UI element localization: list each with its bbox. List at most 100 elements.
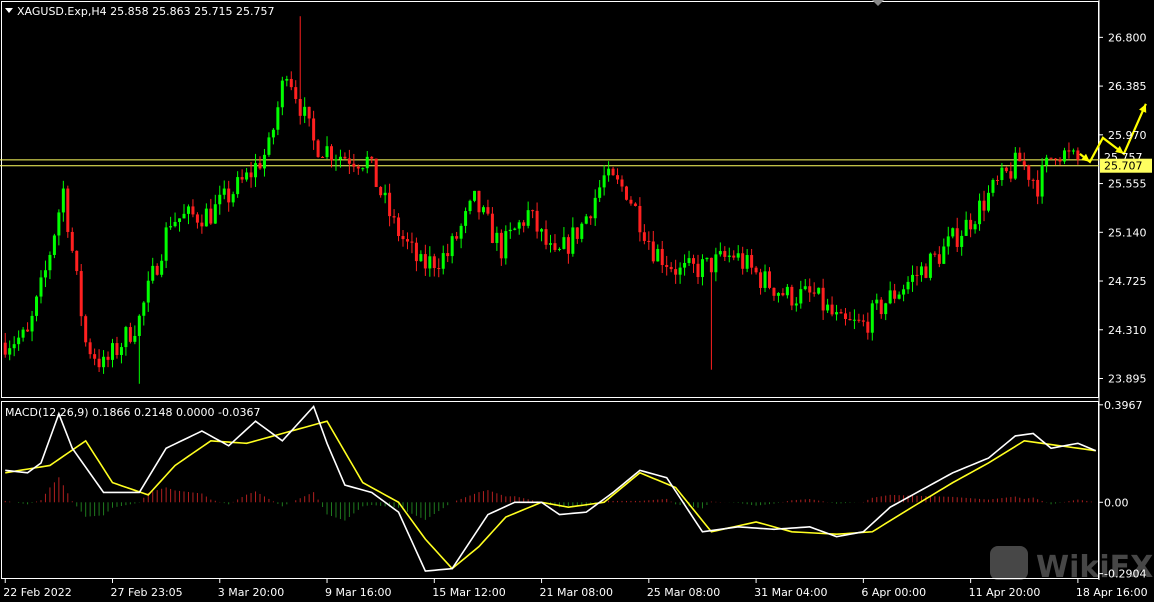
candle-body <box>580 223 584 239</box>
candle-body <box>741 253 745 269</box>
candle-body <box>464 211 468 226</box>
candle-body <box>776 293 780 296</box>
candle-body <box>88 342 92 355</box>
candle-body <box>1049 157 1053 159</box>
candle-body <box>611 168 615 176</box>
candle-body <box>700 259 704 278</box>
candle-body <box>709 257 713 273</box>
candle-body <box>240 177 244 180</box>
candle-body <box>423 254 427 269</box>
time-tick-label: 21 Mar 08:00 <box>540 586 613 599</box>
candle-body <box>540 229 544 232</box>
candle-body <box>267 137 271 155</box>
candle-body <box>513 228 517 230</box>
candle-body <box>481 207 485 213</box>
candle-body <box>1000 167 1004 181</box>
candle-body <box>517 222 521 229</box>
candle-body <box>884 303 888 315</box>
candle-body <box>1071 150 1075 152</box>
candle-body <box>933 253 937 255</box>
candle-body <box>200 222 204 227</box>
candle-body <box>763 271 767 288</box>
candle-body <box>616 175 620 180</box>
time-tick-label: 25 Mar 08:00 <box>647 586 720 599</box>
candle-body <box>946 236 950 247</box>
candle-body <box>1076 150 1080 160</box>
candle-body <box>785 286 789 296</box>
candle-body <box>928 253 932 278</box>
candle-body <box>155 265 159 275</box>
price-tick-label: 26.385 <box>1108 80 1147 93</box>
collapse-triangle-icon[interactable] <box>5 8 13 13</box>
candle-body <box>665 265 669 267</box>
candle-body <box>276 107 280 130</box>
candle-body <box>593 197 597 219</box>
candle-body <box>692 258 696 264</box>
candle-body <box>1004 167 1008 172</box>
chart-shift-marker-icon[interactable] <box>872 0 884 6</box>
candle-body <box>879 299 883 315</box>
watermark: WikiFX <box>990 546 1153 585</box>
candle-body <box>312 118 316 141</box>
candle-body <box>459 225 463 239</box>
candle-body <box>687 258 691 263</box>
candle-body <box>195 214 199 223</box>
candle-body <box>951 228 955 237</box>
candle-body <box>575 227 579 239</box>
candle-body <box>374 158 378 187</box>
candle-body <box>75 250 79 272</box>
candle-body <box>499 232 503 259</box>
candle-body <box>178 218 182 222</box>
candle-body <box>504 231 508 259</box>
time-tick-label: 22 Feb 2022 <box>3 586 71 599</box>
candle-body <box>379 186 383 196</box>
candle-body <box>245 172 249 180</box>
macd-lines <box>5 404 1097 572</box>
candle-body <box>642 232 646 241</box>
candle-body <box>352 163 356 167</box>
candle-body <box>414 242 418 262</box>
price-pane-frame <box>1 1 1099 398</box>
candle-body <box>902 289 906 295</box>
candle-body <box>861 320 865 322</box>
signal-line <box>5 420 1096 570</box>
candle-body <box>473 190 477 201</box>
candle-body <box>30 315 34 332</box>
candle-body <box>334 159 338 161</box>
time-axis: 22 Feb 2022 27 Feb 23:05 3 Mar 20:00 9 Mar … <box>3 578 1148 599</box>
candle-body <box>544 229 548 245</box>
candle-body <box>146 280 150 303</box>
candle-body <box>839 312 843 314</box>
candle-body <box>347 158 351 164</box>
candle-body <box>321 156 325 158</box>
candle-body <box>316 140 320 157</box>
candle-body <box>258 163 262 169</box>
candle-body <box>231 194 235 203</box>
candle-body <box>455 236 459 239</box>
candle-body <box>566 237 570 254</box>
macd-line <box>5 404 1097 572</box>
candle-body <box>812 292 816 294</box>
candle-body <box>526 210 530 226</box>
candle-body <box>656 248 660 262</box>
candle-body <box>803 286 807 290</box>
candle-body <box>307 106 311 119</box>
candle-body <box>1013 152 1017 179</box>
candle-body <box>21 329 25 338</box>
candle-body <box>817 287 821 294</box>
candle-body <box>705 257 709 260</box>
candle-body <box>843 313 847 319</box>
candle-body <box>111 343 114 360</box>
candle-body <box>365 156 369 169</box>
trading-chart[interactable]: XAGUSD.Exp,H4 25.858 25.863 25.715 25.75… <box>0 0 1154 602</box>
price-tick-label: 25.140 <box>1108 226 1147 239</box>
time-tick-label: 6 Apr 00:00 <box>861 586 926 599</box>
candle-body <box>696 263 700 278</box>
candle-body <box>821 287 825 311</box>
candle-body <box>674 269 678 275</box>
candle-body <box>262 154 266 169</box>
candle-body <box>964 219 968 236</box>
candle-body <box>343 156 347 159</box>
candle-body <box>584 216 588 224</box>
time-tick-label: 15 Mar 12:00 <box>432 586 505 599</box>
